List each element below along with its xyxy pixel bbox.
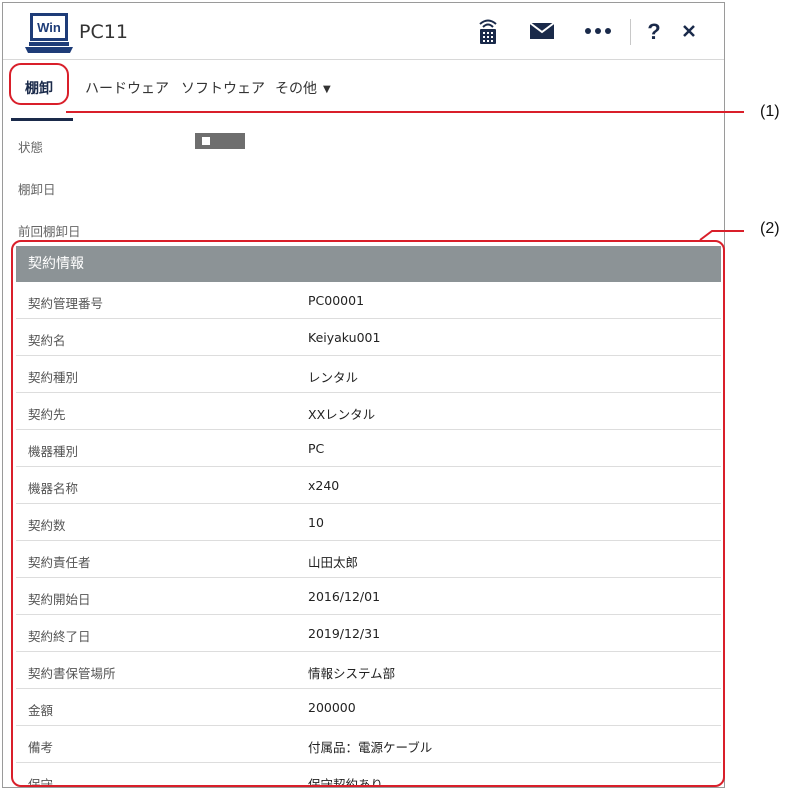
annotation-label-1: (1) [760, 103, 780, 120]
annotation-box-2 [11, 240, 725, 787]
annotation-label-2: (2) [760, 220, 780, 237]
